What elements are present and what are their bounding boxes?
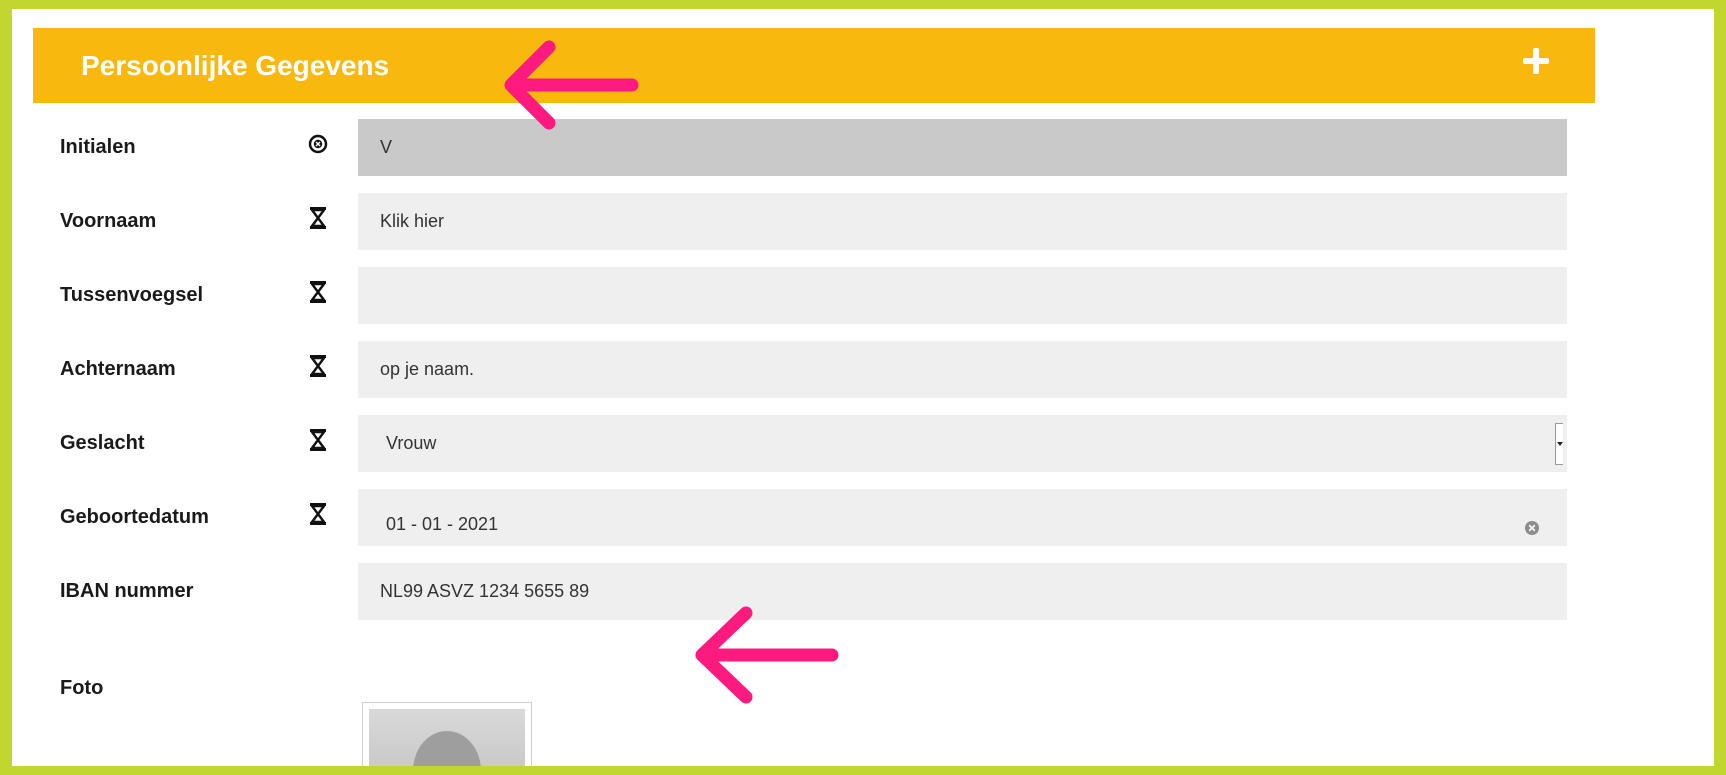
hourglass-icon [310,207,326,229]
section-title: Persoonlijke Gegevens [81,50,390,81]
hourglass-icon [310,281,326,303]
form-frame: Persoonlijke Gegevens Initialen V Voorna… [12,9,1714,766]
clear-icon[interactable] [1525,521,1539,535]
plus-icon[interactable] [1523,48,1549,74]
row-geslacht: Geslacht Vrouw [12,415,1714,472]
arrow-left-icon [695,606,839,704]
label-achternaam: Achternaam [60,358,176,380]
geboortedatum-value: 01 - 01 - 2021 [386,514,499,534]
hourglass-icon [310,503,326,525]
hourglass-icon [310,355,326,377]
achternaam-input[interactable]: op je naam. [358,341,1567,398]
chevron-down-icon[interactable] [1555,423,1563,465]
label-foto: Foto [60,677,104,699]
geslacht-select[interactable]: Vrouw [358,415,1567,472]
row-foto: Foto [12,635,1714,699]
label-voornaam: Voornaam [60,210,157,232]
row-iban: IBAN nummer NL99 ASVZ 1234 5655 89 [12,563,1714,620]
geboortedatum-input[interactable]: 01 - 01 - 2021 [358,489,1567,546]
label-initialen: Initialen [60,136,136,158]
section-header[interactable]: Persoonlijke Gegevens [33,28,1595,103]
row-initialen: Initialen V [12,119,1714,176]
tussenvoegsel-input[interactable] [358,267,1567,324]
arrow-left-icon [504,40,639,130]
row-geboortedatum: Geboortedatum 01 - 01 - 2021 [12,489,1714,546]
voornaam-input[interactable]: Klik hier [358,193,1567,250]
label-iban: IBAN nummer [60,580,194,602]
row-achternaam: Achternaam op je naam. [12,341,1714,398]
circle-x-icon [308,134,328,154]
row-voornaam: Voornaam Klik hier [12,193,1714,250]
iban-input[interactable]: NL99 ASVZ 1234 5655 89 [358,563,1567,620]
geslacht-selected-value: Vrouw [386,433,437,453]
label-tussenvoegsel: Tussenvoegsel [60,284,204,306]
photo-upload[interactable] [362,702,532,766]
label-geslacht: Geslacht [60,432,145,454]
row-tussenvoegsel: Tussenvoegsel [12,267,1714,324]
person-silhouette-icon [413,731,481,766]
hourglass-icon [310,429,326,451]
photo-placeholder-image [369,709,525,766]
label-geboortedatum: Geboortedatum [60,506,209,528]
